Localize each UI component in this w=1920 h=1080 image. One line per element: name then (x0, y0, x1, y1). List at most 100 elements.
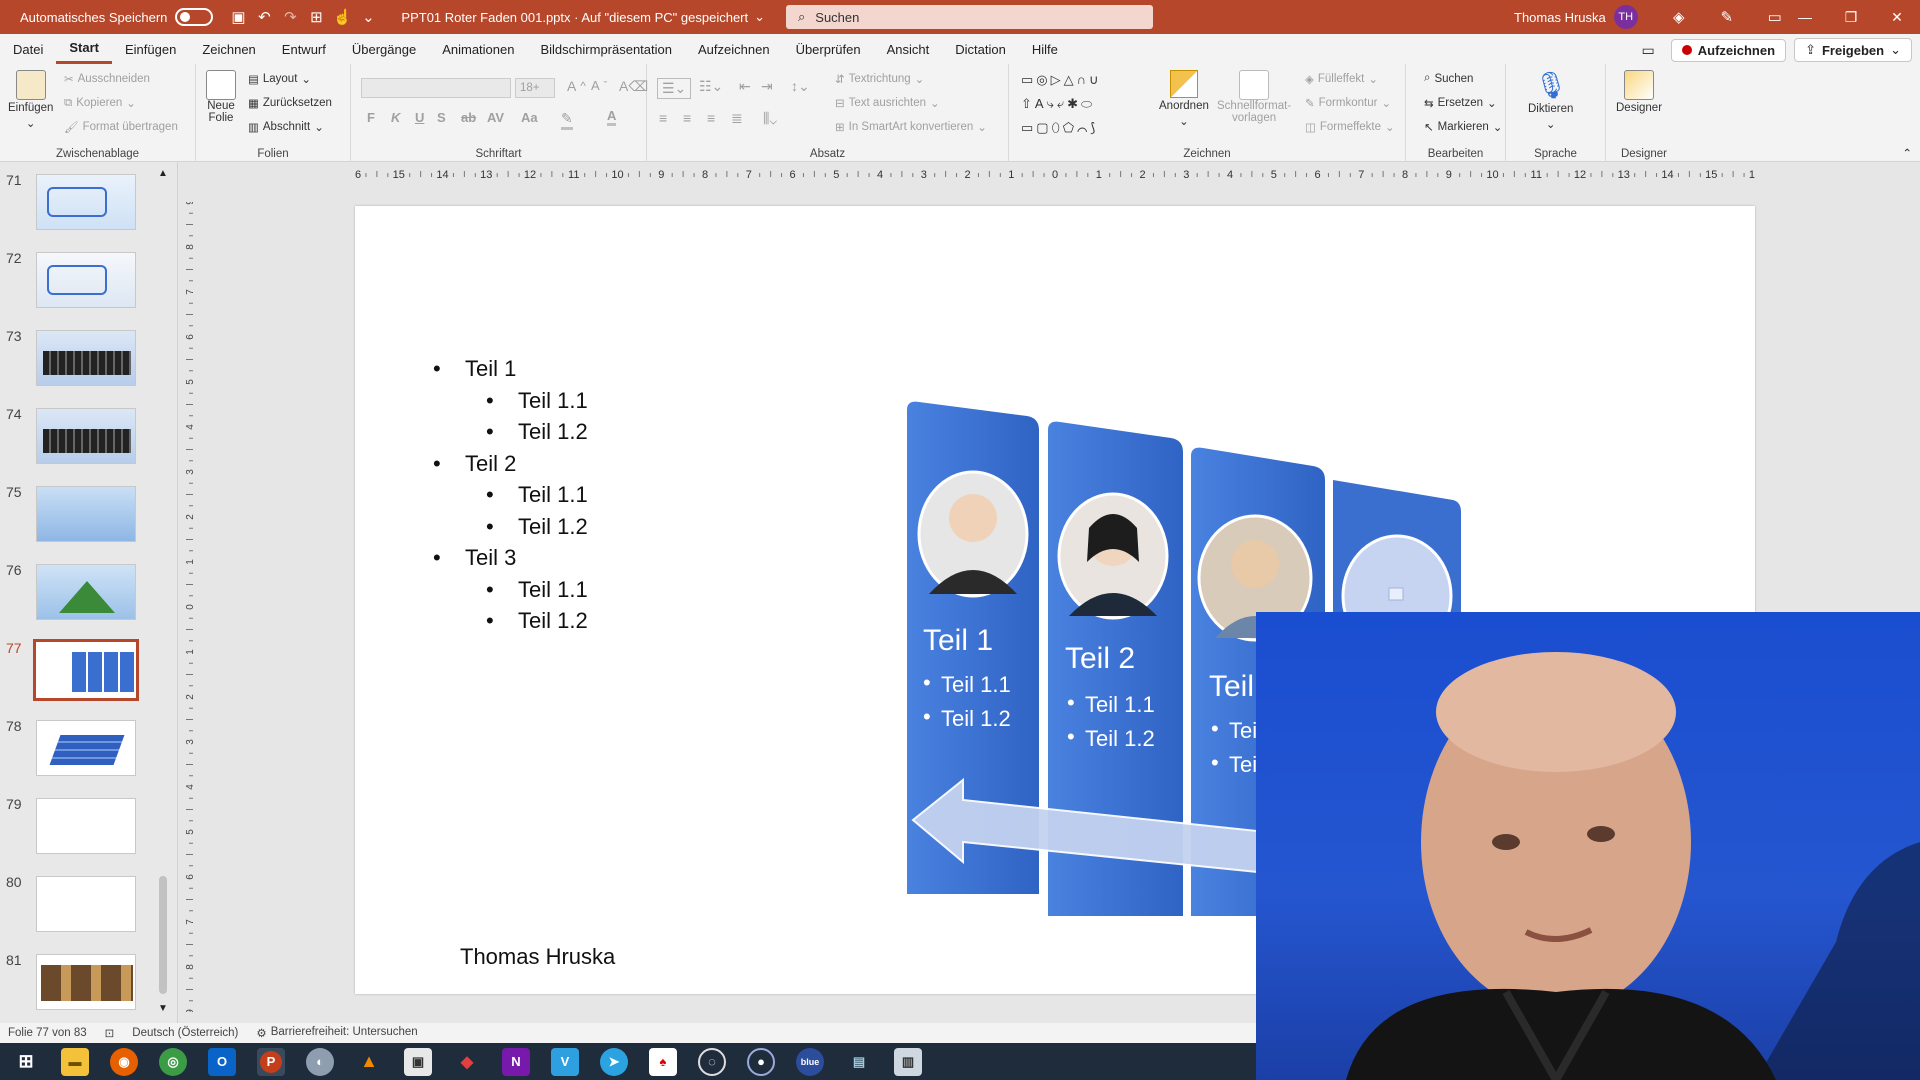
redo-icon[interactable]: ↷ (277, 4, 303, 30)
slide-thumbnail-item[interactable]: 79 (0, 796, 178, 856)
slide-thumbnail[interactable] (36, 174, 136, 230)
app-icon[interactable]: ◐ (306, 1047, 334, 1076)
horizontal-ruler[interactable]: 1615141312111098765432101234567891011121… (355, 166, 1755, 182)
bold-button[interactable]: F (367, 110, 375, 125)
onenote-icon[interactable]: N (502, 1047, 530, 1076)
vertical-ruler[interactable]: 9 8 7 6 5 4 3 2 1 0 1 2 3 4 5 6 7 8 9 (181, 202, 197, 1012)
find-button[interactable]: ⌕ Suchen (1424, 72, 1473, 85)
spellcheck-icon[interactable]: ⊡ (105, 1026, 115, 1040)
file-explorer-icon[interactable]: ▬ (61, 1047, 89, 1076)
align-text-button[interactable]: ⊟ Text ausrichten ⌄ (835, 96, 940, 110)
reset-button[interactable]: ▦ Zurücksetzen (248, 96, 332, 110)
diamond-icon[interactable]: ◈ (1666, 4, 1692, 30)
tab-ansicht[interactable]: Ansicht (874, 34, 943, 64)
dictate-button[interactable]: 🎙 Diktieren ⌄ (1528, 70, 1573, 131)
shapes-gallery[interactable]: ▭◎▷△∩∪ ⇧Α⤷⤶✱⬭ ▭▢⬯⬠⌒⟆ (1021, 70, 1155, 135)
slide-thumbnail-item[interactable]: 73 (0, 328, 178, 388)
search-box[interactable]: ⌕ Suchen (786, 5, 1153, 29)
change-case-button[interactable]: Aa (521, 110, 538, 125)
slide-thumbnail[interactable] (36, 252, 136, 308)
scrollbar-thumb[interactable] (159, 876, 167, 994)
slide-thumbnail[interactable] (36, 876, 136, 932)
slide-thumbnail-item[interactable]: 75 (0, 484, 178, 544)
format-painter-button[interactable]: 🖌 Format übertragen (64, 120, 178, 134)
customize-quick-access-icon[interactable]: ⌄ (355, 4, 381, 30)
slide-thumbnail[interactable] (36, 954, 136, 1010)
font-family-dropdown[interactable] (361, 78, 511, 98)
toggle-switch[interactable] (175, 8, 214, 26)
bullet-text-box[interactable]: Teil 1Teil 1.1Teil 1.2Teil 2Teil 1.1Teil… (433, 356, 588, 640)
new-slide-button[interactable]: Neue Folie (206, 70, 236, 124)
thumbnail-scrollbar[interactable]: ▲ ▼ (156, 168, 170, 1014)
clear-format-icon[interactable]: A⌫ (619, 78, 648, 95)
app-icon[interactable]: V (551, 1047, 579, 1076)
align-right-icon[interactable]: ≡ (707, 110, 715, 126)
slide-thumbnail-item[interactable]: 77 (0, 639, 178, 701)
tab-hilfe[interactable]: Hilfe (1019, 34, 1071, 64)
windows-start-icon[interactable]: ⊞ (12, 1048, 40, 1076)
app-icon[interactable]: ▣ (404, 1047, 432, 1076)
scroll-up-icon[interactable]: ▲ (158, 168, 168, 179)
font-size-dropdown[interactable]: 18+ (515, 78, 555, 98)
tab-animationen[interactable]: Animationen (429, 34, 527, 64)
strikethrough-button[interactable]: ab (461, 110, 476, 125)
slide-thumbnail[interactable] (36, 564, 136, 620)
shape-outline-button[interactable]: ✎ Formkontur ⌄ (1305, 96, 1391, 110)
tab-einfuegen[interactable]: Einfügen (112, 34, 189, 64)
slide-thumbnail[interactable] (36, 720, 136, 776)
slide-thumbnail[interactable] (33, 639, 139, 701)
document-title[interactable]: PPT01 Roter Faden 001.pptx · Auf "diesem… (401, 10, 748, 25)
record-button[interactable]: Aufzeichnen (1670, 38, 1787, 62)
cut-button[interactable]: ✂ Ausschneiden (64, 72, 150, 86)
tab-entwurf[interactable]: Entwurf (269, 34, 339, 64)
highlight-icon[interactable]: ✎ (561, 110, 573, 130)
pen-icon[interactable]: ✎ (1714, 4, 1740, 30)
align-left-icon[interactable]: ≡ (659, 110, 667, 126)
share-button[interactable]: ⇪ Freigeben ⌄ (1794, 38, 1912, 62)
powerpoint-icon[interactable]: P (257, 1047, 285, 1076)
layout-button[interactable]: ▤ Layout ⌄ (248, 72, 311, 86)
user-account[interactable]: Thomas Hruska TH ◈ ✎ ▭ (1514, 0, 1788, 34)
select-button[interactable]: ↖ Markieren ⌄ (1424, 120, 1502, 134)
slide-thumbnail[interactable] (36, 798, 136, 854)
tab-start[interactable]: Start (56, 34, 112, 64)
chrome-icon[interactable]: ◎ (159, 1047, 187, 1076)
slide-thumbnail-item[interactable]: 78 (0, 718, 178, 778)
columns-icon[interactable]: ⫼⌄ (763, 110, 777, 127)
chevron-down-icon[interactable]: ⌄ (754, 9, 765, 25)
app-icon[interactable]: ◆ (453, 1048, 481, 1076)
collapse-ribbon-icon[interactable]: ⌃ (1902, 146, 1912, 160)
slide-thumbnail-item[interactable]: 76 (0, 562, 178, 622)
justify-icon[interactable]: ≣ (731, 110, 743, 127)
author-text[interactable]: Thomas Hruska (460, 944, 615, 970)
autosave-toggle[interactable]: Automatisches Speichern (20, 8, 214, 26)
comments-icon[interactable]: ▭ (1642, 42, 1655, 59)
obs-icon[interactable]: ◌ (698, 1047, 726, 1076)
slide-thumbnail-item[interactable]: 80 (0, 874, 178, 934)
accessibility-status[interactable]: ⚙ Barrierefreiheit: Untersuchen (256, 1026, 417, 1040)
decrease-indent-icon[interactable]: ⇤ (739, 78, 751, 95)
copy-button[interactable]: ⧉ Kopieren ⌄ (64, 96, 136, 111)
underline-button[interactable]: U (415, 110, 424, 125)
shadow-button[interactable]: S (437, 110, 446, 125)
italic-button[interactable]: K (391, 110, 400, 125)
bullets-button[interactable]: ☰⌄ (657, 78, 692, 99)
minimize-icon[interactable]: — (1782, 0, 1828, 34)
slide-thumbnail[interactable] (36, 486, 136, 542)
shape-effects-button[interactable]: ◫ Formeffekte ⌄ (1305, 120, 1395, 134)
slide-thumbnail-item[interactable]: 71 (0, 172, 178, 232)
designer-button[interactable]: Designer (1616, 70, 1662, 114)
shrink-font-icon[interactable]: Aˇ (591, 78, 607, 93)
slide-counter[interactable]: Folie 77 von 83 (8, 1027, 87, 1039)
slide-thumbnail-item[interactable]: 81 (0, 952, 178, 1012)
scroll-down-icon[interactable]: ▼ (158, 1003, 168, 1014)
outlook-icon[interactable]: O (208, 1047, 236, 1076)
slide-thumbnail[interactable] (36, 408, 136, 464)
save-icon[interactable]: ▣ (225, 4, 251, 30)
char-spacing-button[interactable]: AV (487, 110, 504, 125)
quick-styles-button[interactable]: Schnellformat- vorlagen (1217, 70, 1291, 124)
vlc-icon[interactable]: ▲ (355, 1048, 383, 1076)
font-color-button[interactable]: A (607, 108, 617, 126)
numbering-button[interactable]: ☷⌄ (699, 78, 723, 95)
presentation-icon[interactable]: ⊞ (303, 4, 329, 30)
